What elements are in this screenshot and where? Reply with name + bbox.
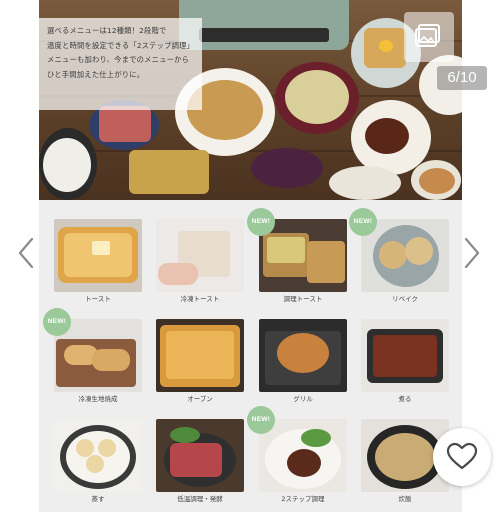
hero-caption: 選べるメニューは12種類！2段階で 温度と時間を設定できる「2ステップ調理」 メ… <box>39 18 202 110</box>
image-viewer: 選べるメニューは12種類！2段階で 温度と時間を設定できる「2ステップ調理」 メ… <box>39 0 462 512</box>
menu-item-label: 調理トースト <box>283 295 323 303</box>
menu-item-label: グリル <box>293 395 313 403</box>
chevron-right-icon[interactable] <box>462 236 482 270</box>
new-badge: NEW! <box>247 208 275 236</box>
menu-item-label: トースト <box>85 295 111 303</box>
new-badge: NEW! <box>247 406 275 434</box>
hero-caption-line: ひと手間加えた仕上がりに。 <box>47 69 145 79</box>
chevron-left-icon[interactable] <box>16 236 36 270</box>
heart-icon <box>446 442 478 470</box>
menu-item-label: 低温調理・発酵 <box>177 495 223 503</box>
menu-item-label: 冷凍トースト <box>180 295 220 303</box>
hero-caption-line: 温度と時間を設定できる「2ステップ調理」 <box>47 40 195 50</box>
menu-item-label: 2ステップ調理 <box>281 495 325 503</box>
new-badge: NEW! <box>43 308 71 336</box>
menu-item-label: 冷凍生地焼成 <box>78 395 118 403</box>
favorite-button[interactable] <box>433 428 491 486</box>
gallery-icon <box>415 24 440 47</box>
menu-item-label: 蒸す <box>91 495 105 503</box>
menu-item-label: 炊飯 <box>398 495 412 503</box>
hero-caption-line: メニューも加わり、今までのメニューから <box>47 55 190 65</box>
menu-item-label: オーブン <box>187 395 213 403</box>
new-badge: NEW! <box>349 208 377 236</box>
menu-item-label: リベイク <box>392 295 418 303</box>
menu-grid: トースト 冷凍トースト 調理トースト リベイク 冷凍生地焼成 オーブン グリル … <box>39 200 462 512</box>
page-counter: 6/10 <box>437 66 487 90</box>
gallery-button[interactable] <box>404 12 454 62</box>
hero-caption-line: 選べるメニューは12種類！2段階で <box>47 26 167 35</box>
menu-item-label: 煮る <box>398 395 412 403</box>
hero-photo: 選べるメニューは12種類！2段階で 温度と時間を設定できる「2ステップ調理」 メ… <box>39 0 462 200</box>
